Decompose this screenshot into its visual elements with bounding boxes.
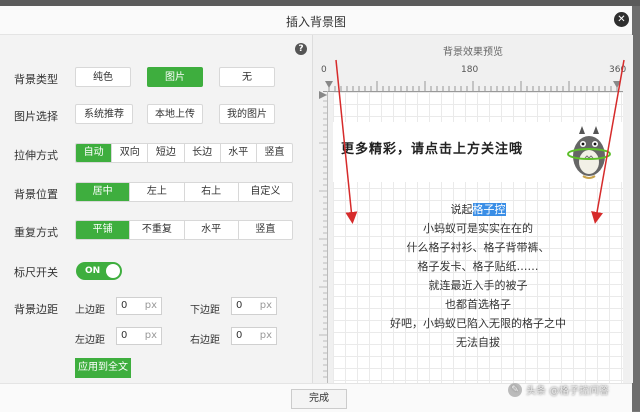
stretch-segment: 自动 双向 短边 长边 水平 竖直 xyxy=(75,143,293,163)
close-icon[interactable]: ✕ xyxy=(614,12,629,27)
position-segment: 居中 左上 右上 自定义 xyxy=(75,182,293,202)
repeat-tile-option[interactable]: 平铺 xyxy=(76,221,130,239)
position-top-right-option[interactable]: 右上 xyxy=(183,183,238,201)
bg-type-none-button[interactable]: 无 xyxy=(219,67,275,87)
help-icon[interactable]: ? xyxy=(295,43,307,55)
right-margin-input[interactable]: 0 px xyxy=(231,327,277,345)
system-recommend-button[interactable]: 系统推荐 xyxy=(75,104,133,124)
bottom-margin-label: 下边距 xyxy=(190,305,220,316)
image-source-label: 图片选择 xyxy=(14,110,58,123)
bg-type-solid-button[interactable]: 纯色 xyxy=(75,67,131,87)
banner-text: 更多精彩，请点击上方关注哦 xyxy=(341,142,524,157)
toggle-knob xyxy=(106,264,120,278)
position-label: 背景位置 xyxy=(14,188,58,201)
preview-canvas: 更多精彩，请点击上方关注哦 说起格子控 小蚂蚁可是实实在在的 什么格子衬衫、格子… xyxy=(333,92,623,383)
repeat-horizontal-option[interactable]: 水平 xyxy=(183,221,238,239)
content-line-3: 什么格子衬衫、格子背带裤、 xyxy=(406,241,550,254)
insert-background-dialog: 插入背景图 ✕ ? 背景类型 纯色 图片 无 图片选择 系统推荐 本地上传 我的… xyxy=(0,6,633,412)
left-margin-label: 左边距 xyxy=(75,335,105,346)
preview-panel: 背景效果预览 0 180 360 更多精彩，请点击上方关注哦 说起格子控 小蚂蚁… xyxy=(312,35,633,383)
settings-panel: ? 背景类型 纯色 图片 无 图片选择 系统推荐 本地上传 我的图片 拉伸方式 … xyxy=(0,35,312,383)
content-line-8: 无法自拔 xyxy=(456,336,500,349)
ruler-tick-180: 180 xyxy=(461,65,479,75)
stretch-vertical-option[interactable]: 竖直 xyxy=(255,144,292,162)
watermark: ✎ 头条 @格子控问答 xyxy=(508,382,609,397)
ruler-tick-0: 0 xyxy=(321,65,327,75)
repeat-label: 重复方式 xyxy=(14,226,58,239)
dialog-title: 插入背景图 xyxy=(285,15,346,29)
stretch-short-option[interactable]: 短边 xyxy=(147,144,183,162)
ruler-tick-360: 360 xyxy=(609,65,627,75)
position-custom-option[interactable]: 自定义 xyxy=(237,183,292,201)
ruler-toggle-label: 标尺开关 xyxy=(14,266,58,279)
watermark-text: 头条 @格子控问答 xyxy=(526,386,610,397)
margin-label: 背景边距 xyxy=(14,303,58,316)
preview-title: 背景效果预览 xyxy=(443,47,503,58)
stretch-label: 拉伸方式 xyxy=(14,149,58,162)
bg-type-image-button[interactable]: 图片 xyxy=(147,67,203,87)
position-center-option[interactable]: 居中 xyxy=(76,183,130,201)
left-margin-input[interactable]: 0 px xyxy=(116,327,162,345)
apply-to-all-button[interactable]: 应用到全文 xyxy=(75,358,131,378)
stretch-horizontal-option[interactable]: 水平 xyxy=(219,144,256,162)
position-top-left-option[interactable]: 左上 xyxy=(129,183,183,201)
repeat-vertical-option[interactable]: 竖直 xyxy=(237,221,292,239)
done-button[interactable]: 完成 xyxy=(291,389,347,409)
selected-text: 格子控 xyxy=(472,203,506,216)
horizontal-ruler[interactable] xyxy=(323,77,623,92)
totoro-icon xyxy=(567,126,611,179)
dialog-titlebar: 插入背景图 ✕ xyxy=(0,6,632,35)
ruler-toggle[interactable]: ON xyxy=(76,262,122,280)
content-line-4: 格子发卡、格子贴纸…… xyxy=(417,260,539,273)
top-margin-label: 上边距 xyxy=(75,305,105,316)
content-line-2: 小蚂蚁可是实实在在的 xyxy=(423,222,533,235)
ruler-toggle-state: ON xyxy=(85,266,101,276)
my-images-button[interactable]: 我的图片 xyxy=(219,104,275,124)
content-line-1: 说起格子控 xyxy=(450,203,506,216)
local-upload-button[interactable]: 本地上传 xyxy=(147,104,203,124)
stretch-auto-option[interactable]: 自动 xyxy=(76,144,112,162)
stretch-long-option[interactable]: 长边 xyxy=(183,144,220,162)
top-margin-input[interactable]: 0 px xyxy=(116,297,162,315)
content-line-6: 也都首选格子 xyxy=(445,298,511,311)
bottom-margin-input[interactable]: 0 px xyxy=(231,297,277,315)
repeat-none-option[interactable]: 不重复 xyxy=(129,221,183,239)
outer-scrollbar[interactable] xyxy=(632,6,640,411)
content-line-7: 好吧，小蚂蚁已陷入无限的格子之中 xyxy=(390,317,566,330)
vertical-ruler[interactable] xyxy=(317,91,328,383)
repeat-segment: 平铺 不重复 水平 竖直 xyxy=(75,220,293,240)
comment-icon: ✎ xyxy=(508,382,522,397)
bg-type-label: 背景类型 xyxy=(14,73,58,86)
follow-banner: 更多精彩，请点击上方关注哦 xyxy=(333,122,623,182)
stretch-both-option[interactable]: 双向 xyxy=(111,144,147,162)
content-line-5: 就连最近入手的被子 xyxy=(428,279,528,292)
right-margin-label: 右边距 xyxy=(190,335,220,346)
